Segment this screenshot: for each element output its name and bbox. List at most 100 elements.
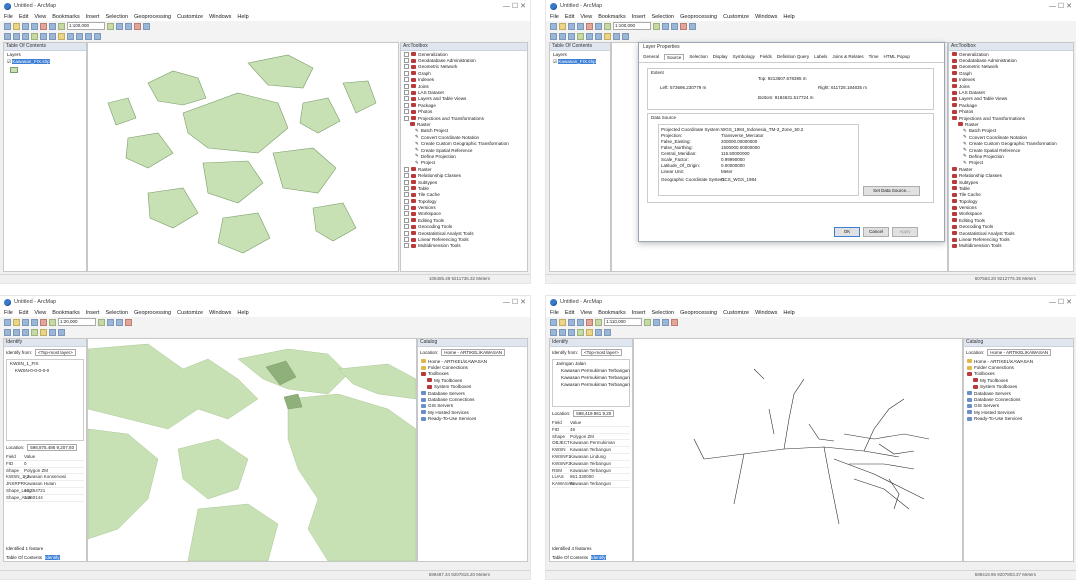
- expand-icon[interactable]: [404, 102, 409, 108]
- tab-display[interactable]: Display: [713, 54, 728, 60]
- measure-icon[interactable]: [94, 32, 101, 40]
- menu-file[interactable]: File: [550, 310, 559, 316]
- expand-icon[interactable]: [404, 64, 409, 70]
- identify-icon[interactable]: [76, 32, 83, 40]
- editor-icon[interactable]: [653, 22, 660, 30]
- zoom-in-icon[interactable]: [550, 32, 557, 40]
- select-elements-icon[interactable]: [67, 32, 74, 40]
- select-features-icon[interactable]: [40, 328, 47, 336]
- tab-identify[interactable]: Identify: [591, 555, 606, 560]
- menu-selection[interactable]: Selection: [105, 14, 128, 20]
- menu-help[interactable]: Help: [783, 14, 794, 20]
- zoom-out-icon[interactable]: [13, 328, 20, 336]
- menu-bookmarks[interactable]: Bookmarks: [598, 14, 626, 20]
- zoom-in-icon[interactable]: [4, 32, 11, 40]
- toolbox-item[interactable]: Multidimension Tools: [949, 243, 1073, 249]
- pan-icon[interactable]: [568, 32, 575, 40]
- menu-insert[interactable]: Insert: [632, 310, 646, 316]
- copy-icon[interactable]: [49, 22, 56, 30]
- full-extent-icon[interactable]: [577, 32, 584, 40]
- catalog-location-input[interactable]: Home - ARTIKEL\KAWASAN: [987, 349, 1052, 356]
- arctoolbox-icon[interactable]: [125, 318, 132, 326]
- menu-file[interactable]: File: [550, 14, 559, 20]
- expand-icon[interactable]: [404, 217, 409, 223]
- set-data-source-button[interactable]: Set Data Source...: [863, 186, 920, 196]
- editor-icon[interactable]: [107, 22, 114, 30]
- menu-bookmarks[interactable]: Bookmarks: [52, 310, 80, 316]
- menu-selection[interactable]: Selection: [651, 14, 674, 20]
- add-data-icon[interactable]: [604, 22, 611, 30]
- expand-icon[interactable]: [404, 166, 409, 172]
- expand-icon[interactable]: [404, 205, 409, 211]
- arctoolbox-icon[interactable]: [671, 318, 678, 326]
- expand-icon[interactable]: [404, 230, 409, 236]
- map-scale-box[interactable]: 1:110,000: [604, 318, 642, 326]
- expand-icon[interactable]: [404, 173, 409, 179]
- back-icon[interactable]: [40, 32, 47, 40]
- menu-geoprocessing[interactable]: Geoprocessing: [680, 310, 717, 316]
- catalog-icon[interactable]: [125, 22, 132, 30]
- measure-icon[interactable]: [58, 328, 65, 336]
- forward-icon[interactable]: [595, 32, 602, 40]
- python-icon[interactable]: [689, 22, 696, 30]
- menu-geoprocessing[interactable]: Geoprocessing: [134, 14, 171, 20]
- identify-icon[interactable]: [595, 328, 602, 336]
- menu-view[interactable]: View: [34, 310, 46, 316]
- tab-definition-query[interactable]: Definition Query: [777, 54, 809, 60]
- menu-view[interactable]: View: [34, 14, 46, 20]
- copy-icon[interactable]: [595, 22, 602, 30]
- menu-customize[interactable]: Customize: [723, 14, 749, 20]
- window-controls[interactable]: — ☐ ✕: [503, 298, 526, 306]
- new-icon[interactable]: [4, 318, 11, 326]
- find-icon[interactable]: [85, 32, 92, 40]
- expand-icon[interactable]: [404, 224, 409, 230]
- menu-edit[interactable]: Edit: [565, 14, 574, 20]
- menu-windows[interactable]: Windows: [209, 14, 231, 20]
- identify-icon[interactable]: [613, 32, 620, 40]
- window-controls[interactable]: — ☐ ✕: [1049, 2, 1072, 10]
- menu-help[interactable]: Help: [783, 310, 794, 316]
- select-features-icon[interactable]: [604, 32, 611, 40]
- menu-help[interactable]: Help: [237, 14, 248, 20]
- menu-bookmarks[interactable]: Bookmarks: [598, 310, 626, 316]
- arctoolbox-icon[interactable]: [680, 22, 687, 30]
- menu-customize[interactable]: Customize: [723, 310, 749, 316]
- identify-tree-feature[interactable]: KWSN-0-0-0-0-0: [7, 367, 83, 374]
- identify-icon[interactable]: [49, 328, 56, 336]
- identify-layer-dropdown[interactable]: <Top-most layer>: [35, 349, 76, 356]
- save-icon[interactable]: [568, 22, 575, 30]
- menu-file[interactable]: File: [4, 14, 13, 20]
- menu-geoprocessing[interactable]: Geoprocessing: [134, 310, 171, 316]
- tab-source[interactable]: Source: [664, 54, 685, 60]
- tab-time[interactable]: Time: [869, 54, 879, 60]
- open-icon[interactable]: [559, 22, 566, 30]
- expand-icon[interactable]: [404, 77, 409, 83]
- map-view[interactable]: [87, 42, 399, 272]
- catalog-icon[interactable]: [116, 318, 123, 326]
- forward-icon[interactable]: [49, 32, 56, 40]
- catalog-item[interactable]: Ready-To-Use Services: [964, 416, 1073, 422]
- map-scale-box[interactable]: 1:100,000: [613, 22, 651, 30]
- tab-fields[interactable]: Fields: [760, 54, 772, 60]
- tab-selection[interactable]: Selection: [689, 54, 708, 60]
- expand-icon[interactable]: [404, 237, 409, 243]
- print-icon[interactable]: [31, 22, 38, 30]
- cut-icon[interactable]: [586, 22, 593, 30]
- zoom-in-icon[interactable]: [4, 328, 11, 336]
- menu-edit[interactable]: Edit: [19, 310, 28, 316]
- identify-tree-feature[interactable]: Kawasan Permukiman Terbangun: [553, 374, 630, 381]
- catalog-location-input[interactable]: Home - ARTIKEL\KAWASAN: [441, 349, 506, 356]
- zoom-out-icon[interactable]: [559, 32, 566, 40]
- expand-icon[interactable]: [404, 211, 409, 217]
- zoom-out-icon[interactable]: [13, 32, 20, 40]
- tab-labels[interactable]: Labels: [814, 54, 827, 60]
- menu-customize[interactable]: Customize: [177, 14, 203, 20]
- toc-layers[interactable]: Layers: [4, 51, 86, 58]
- tab-toc[interactable]: Table Of Contents: [6, 555, 42, 560]
- print-icon[interactable]: [31, 318, 38, 326]
- save-icon[interactable]: [568, 318, 575, 326]
- open-icon[interactable]: [13, 318, 20, 326]
- add-data-icon[interactable]: [58, 22, 65, 30]
- full-extent-icon[interactable]: [577, 328, 584, 336]
- menu-insert[interactable]: Insert: [86, 14, 100, 20]
